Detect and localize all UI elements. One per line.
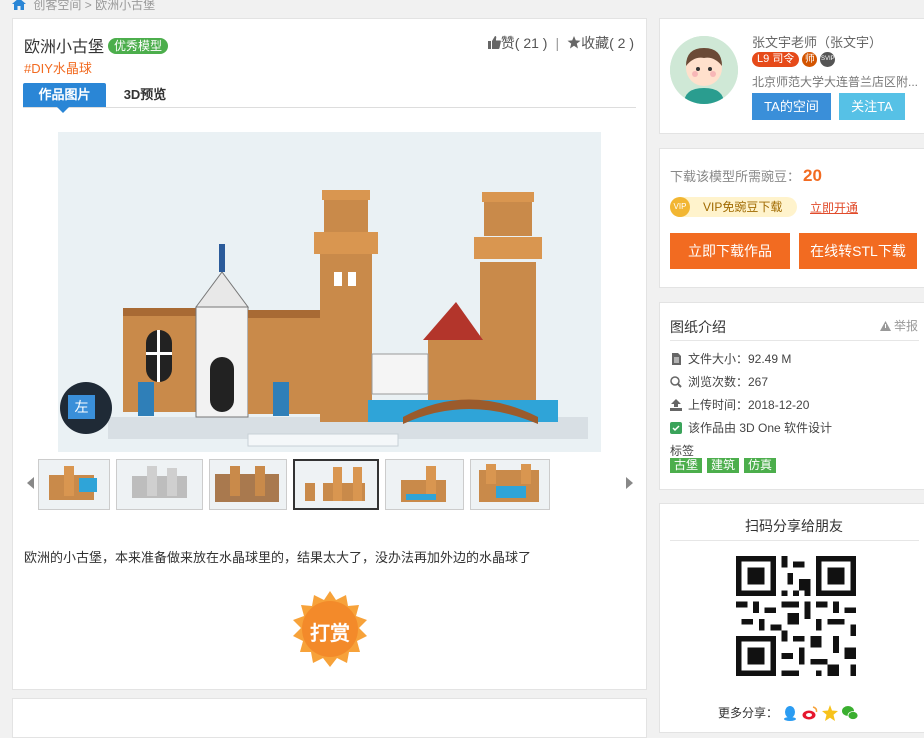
star-icon xyxy=(567,36,581,49)
author-badges: L9 司令师 SVIP xyxy=(752,52,836,68)
thumbnail-1[interactable] xyxy=(38,459,110,510)
thumbnail-6[interactable] xyxy=(470,459,550,510)
download-card: 下载该模型所需豌豆： 20 VIP VIP免豌豆下载 立即开通 立即下载作品 在线… xyxy=(659,148,924,288)
prev-arrow-icon[interactable] xyxy=(27,477,34,489)
excellent-badge: 优秀模型 xyxy=(108,38,169,54)
work-tabs: 作品图片 3D预览 xyxy=(23,83,636,113)
tag-building[interactable]: 建筑 xyxy=(707,458,740,473)
download-cost: 下载该模型所需豌豆： 20 xyxy=(670,166,822,186)
follow-button[interactable]: 关注TA xyxy=(839,93,905,120)
vip-free-text: VIP免豌豆下载 xyxy=(703,200,783,214)
thumbnail-strip xyxy=(27,459,633,514)
author-card: 张文宇老师（张文宇） L9 司令师 SVIP 北京师范大学大连普兰店区附... T… xyxy=(659,18,924,134)
qzone-star-icon[interactable] xyxy=(822,705,839,721)
download-button[interactable]: 立即下载作品 xyxy=(670,233,790,269)
tip-button[interactable]: 打赏 xyxy=(291,591,369,669)
upload-icon xyxy=(670,399,682,411)
stl-download-button[interactable]: 在线转STL下载 xyxy=(799,233,917,269)
report-link[interactable]: 举报 xyxy=(879,317,918,334)
author-address: 北京师范大学大连普兰店区附... xyxy=(752,75,919,89)
role-text: 司令 xyxy=(772,53,795,65)
views-row: 浏览次数：267 xyxy=(670,373,768,390)
castle-illustration xyxy=(58,132,601,452)
thumbnail-4[interactable] xyxy=(293,459,379,510)
file-size-row: 文件大小：92.49 M xyxy=(670,350,791,367)
work-description: 欧洲的小古堡，本来准备做来放在水晶球里的，结果太大了，没办法再加外边的水晶球了 xyxy=(24,550,532,565)
comment-panel xyxy=(12,698,647,738)
collect-count: ( 2 ) xyxy=(609,35,634,51)
like-count: ( 21 ) xyxy=(514,35,548,51)
software-icon xyxy=(670,422,682,434)
warning-icon xyxy=(879,321,891,331)
tab-3d-preview[interactable]: 3D预览 xyxy=(115,83,175,107)
eye-icon xyxy=(670,376,682,388)
tag-simulation[interactable]: 仿真 xyxy=(744,458,777,473)
viewer-side-button[interactable]: 左 xyxy=(60,382,112,434)
collect-label: 收藏 xyxy=(581,35,610,51)
share-title: 扫码分享给朋友 xyxy=(745,518,843,534)
qq-icon[interactable] xyxy=(782,705,798,721)
home-icon[interactable] xyxy=(12,0,26,10)
vip-free-download[interactable]: VIP VIP免豌豆下载 xyxy=(670,197,797,217)
thumbs-up-icon xyxy=(487,36,501,49)
author-space-button[interactable]: TA的空间 xyxy=(752,93,831,120)
thumbnail-5[interactable] xyxy=(385,459,464,510)
more-share: 更多分享： xyxy=(718,704,859,721)
tag-castle[interactable]: 古堡 xyxy=(670,458,703,473)
download-cost-value: 20 xyxy=(803,166,822,185)
tag-list: 古堡 建筑 仿真 xyxy=(670,457,781,473)
viewer-side-label: 左 xyxy=(68,395,95,419)
weibo-icon[interactable] xyxy=(802,705,818,721)
tip-label: 打赏 xyxy=(310,623,350,645)
divider xyxy=(670,340,919,341)
divider xyxy=(670,540,919,541)
more-share-label: 更多分享： xyxy=(718,706,779,720)
breadcrumb-current: 欧洲小古堡 xyxy=(95,0,156,12)
main-image-viewer[interactable]: 左 xyxy=(58,132,601,452)
like-label: 赞 xyxy=(500,35,515,51)
breadcrumb-separator: > xyxy=(84,0,92,12)
thumbnail-2[interactable] xyxy=(116,459,203,510)
download-cost-label: 下载该模型所需豌豆： xyxy=(670,169,801,184)
work-panel: 欧洲小古堡 优秀模型 #DIY水晶球 赞( 21 ) | 收藏( 2 ) 作品图片 3… xyxy=(12,18,647,690)
separator: | xyxy=(555,35,560,51)
share-card: 扫码分享给朋友 更多分享： xyxy=(659,503,924,733)
info-card: 图纸介绍 举报 文件大小：92.49 M 浏览次数：267 上传时间：2018-… xyxy=(659,302,924,490)
software-text: 该作品由 3D One 软件设计 xyxy=(688,421,833,435)
topic-tag-link[interactable]: #DIY水晶球 xyxy=(24,58,92,77)
views-text: 浏览次数：267 xyxy=(688,375,769,389)
breadcrumb: 创客空间 > 欧洲小古堡 xyxy=(12,0,155,12)
collect-button[interactable]: 收藏( 2 ) xyxy=(567,35,634,51)
next-arrow-icon[interactable] xyxy=(626,477,633,489)
upload-time-row: 上传时间：2018-12-20 xyxy=(670,396,809,413)
software-row: 该作品由 3D One 软件设计 xyxy=(670,419,832,436)
info-title: 图纸介绍 xyxy=(670,319,726,335)
file-size-text: 文件大小：92.49 M xyxy=(688,352,792,366)
vip-open-link[interactable]: 立即开通 xyxy=(810,199,858,216)
like-button[interactable]: 赞( 21 ) xyxy=(487,35,548,51)
teacher-badge-icon: 师 xyxy=(802,52,818,67)
wechat-icon[interactable] xyxy=(842,705,859,721)
avatar[interactable] xyxy=(670,36,738,104)
level-text: L9 xyxy=(757,53,770,65)
svip-badge-icon: SVIP xyxy=(820,52,836,67)
author-name[interactable]: 张文宇老师（张文宇） xyxy=(752,32,882,51)
file-icon xyxy=(672,353,681,365)
vip-icon: VIP xyxy=(670,197,690,217)
upload-time-text: 上传时间：2018-12-20 xyxy=(688,398,810,412)
page-title: 欧洲小古堡 优秀模型 xyxy=(24,33,169,57)
qr-code-icon xyxy=(736,556,856,676)
report-label: 举报 xyxy=(893,319,918,333)
thumbnail-3[interactable] xyxy=(209,459,287,510)
tab-images[interactable]: 作品图片 xyxy=(23,83,106,113)
like-collect-bar: 赞( 21 ) | 收藏( 2 ) xyxy=(487,33,634,53)
level-badge: L9 司令 xyxy=(752,52,800,67)
breadcrumb-home-link[interactable]: 创客空间 xyxy=(33,0,81,12)
work-title: 欧洲小古堡 xyxy=(24,39,105,56)
